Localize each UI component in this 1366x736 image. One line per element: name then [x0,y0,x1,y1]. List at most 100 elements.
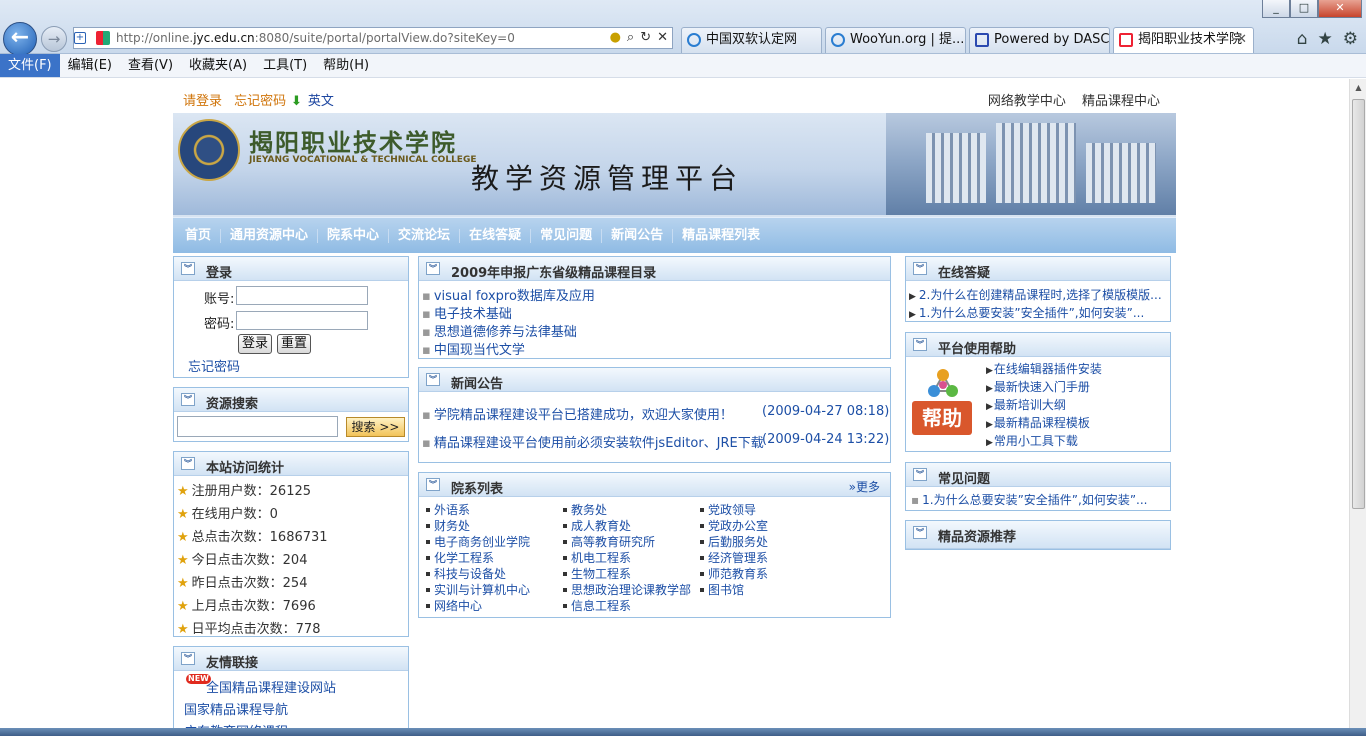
collapse-chevron-icon[interactable]: ︾ [913,468,927,481]
addon-icon[interactable]: ● [610,30,621,45]
friend-link[interactable]: 全国精品课程建设网站 [206,677,336,696]
close-tab-icon[interactable]: ✕ [1236,28,1247,52]
department-link[interactable]: 网络中心 [425,597,482,614]
vertical-scrollbar[interactable]: ▲ [1349,79,1366,736]
nav-course-list[interactable]: 精品课程列表 [673,228,769,243]
settings-gear-icon[interactable]: ⚙ [1343,29,1358,49]
login-button[interactable]: 登录 [238,334,272,354]
news-item[interactable]: ▪ 精品课程建设平台使用前必须安装软件jsEditor、JRE下载 [422,432,764,451]
more-link[interactable]: »更多 [849,478,880,495]
friend-link[interactable]: 国家精品课程导航 [184,699,288,718]
nav-news[interactable]: 新闻公告 [602,228,674,243]
search-button[interactable]: 搜索 >> [346,417,405,437]
qa-item[interactable]: ▶ 1.为什么总要安装”安全插件”,如何安装”... [909,304,1167,321]
collapse-chevron-icon[interactable]: ︾ [181,457,195,470]
scroll-up-icon[interactable]: ▲ [1350,79,1366,96]
reset-button[interactable]: 重置 [277,334,311,354]
collapse-chevron-icon[interactable]: ︾ [913,262,927,275]
nav-online-qa[interactable]: 在线答疑 [460,228,532,243]
menu-edit[interactable]: 编辑(E) [60,54,120,77]
department-link[interactable]: 电子商务创业学院 [425,533,530,550]
password-input[interactable] [236,311,368,330]
collapse-chevron-icon[interactable]: ︾ [181,262,195,275]
menu-file[interactable]: 文件(F) [0,54,60,77]
course-item[interactable]: ▪ 电子技术基础 [422,303,512,322]
scroll-thumb[interactable] [1352,99,1365,509]
menu-view[interactable]: 查看(V) [120,54,181,77]
bullet-icon [563,507,567,512]
help-link[interactable]: ▶在线编辑器插件安装 [986,360,1102,377]
account-input[interactable] [236,286,368,305]
home-icon[interactable]: ⌂ [1297,29,1308,49]
browser-tab[interactable]: 中国双软认定网 [681,27,822,53]
help-link[interactable]: ▶常用小工具下载 [986,432,1078,449]
help-link[interactable]: ▶最新快速入门手册 [986,378,1090,395]
menu-favorites[interactable]: 收藏夹(A) [181,54,255,77]
address-bar[interactable]: + http://online.jyc.edu.cn:8080/suite/po… [73,27,673,49]
qa-item[interactable]: ▶ 2.为什么在创建精品课程时,选择了模版模版... [909,286,1167,303]
collapse-chevron-icon[interactable]: ︾ [181,393,195,406]
address-url[interactable]: http://online.jyc.edu.cn:8080/suite/port… [116,31,515,45]
department-link[interactable]: 思想政治理论课教学部 [562,581,691,598]
search-icon[interactable]: ⌕ [627,30,634,45]
favorites-star-icon[interactable]: ★ [1318,29,1333,49]
nav-departments[interactable]: 院系中心 [318,228,390,243]
collapse-chevron-icon[interactable]: ︾ [426,262,440,275]
close-window-button[interactable]: ✕ [1318,0,1362,18]
forgot-password-link[interactable]: 忘记密码 [188,356,240,375]
browser-tab[interactable]: Powered by DASC... [969,27,1110,53]
course-item[interactable]: ▪ visual foxpro数据库及应用 [422,285,595,304]
department-link[interactable]: 化学工程系 [425,549,494,566]
collapse-chevron-icon[interactable]: ︾ [426,478,440,491]
faq-item[interactable]: ▪ 1.为什么总要安装”安全插件”,如何安装”... [911,491,1167,508]
stop-icon[interactable]: ✕ [657,30,668,45]
nav-forum[interactable]: 交流论坛 [389,228,461,243]
department-link[interactable]: 图书馆 [699,581,744,598]
course-item[interactable]: ▪ 思想道德修养与法律基础 [422,321,577,340]
department-link[interactable]: 党政领导 [699,501,756,518]
department-link[interactable]: 科技与设备处 [425,565,506,582]
department-link[interactable]: 机电工程系 [562,549,631,566]
minimize-button[interactable]: _ [1262,0,1290,18]
nav-resources[interactable]: 通用资源中心 [221,228,319,243]
department-link[interactable]: 信息工程系 [562,597,631,614]
help-link[interactable]: ▶最新精品课程模板 [986,414,1090,431]
department-link[interactable]: 成人教育处 [562,517,631,534]
department-link[interactable]: 实训与计算机中心 [425,581,530,598]
course-item[interactable]: ▪ 中国现当代文学 [422,339,525,358]
browser-tab-active[interactable]: 揭阳职业技术学院 ✕ [1113,27,1254,53]
department-link[interactable]: 财务处 [425,517,470,534]
forgot-password-link[interactable]: 忘记密码 [234,94,286,109]
department-link[interactable]: 生物工程系 [562,565,631,582]
department-link[interactable]: 党政办公室 [699,517,768,534]
quality-course-link[interactable]: 精品课程中心 [1082,94,1160,109]
department-link[interactable]: 后勤服务处 [699,533,768,550]
department-link[interactable]: 教务处 [562,501,607,518]
menu-help[interactable]: 帮助(H) [315,54,377,77]
refresh-icon[interactable]: ↻ [640,30,651,45]
collapse-chevron-icon[interactable]: ︾ [426,373,440,386]
compat-view-icon[interactable]: + [74,32,86,44]
department-link[interactable]: 经济管理系 [699,549,768,566]
department-link[interactable]: 外语系 [425,501,470,518]
collapse-chevron-icon[interactable]: ︾ [181,652,195,665]
nav-home[interactable]: 首页 [176,228,222,243]
maximize-button[interactable]: □ [1290,0,1318,18]
department-link[interactable]: 高等教育研究所 [562,533,655,550]
english-link[interactable]: ⬇ 英文 [291,90,334,109]
network-teaching-link[interactable]: 网络教学中心 [988,94,1066,109]
department-link[interactable]: 师范教育系 [699,565,768,582]
back-button[interactable]: ← [3,22,37,56]
login-link[interactable]: 请登录 [183,94,222,109]
panel-title: 在线答疑 [938,266,991,281]
menu-tools[interactable]: 工具(T) [255,54,315,77]
browser-tab[interactable]: WooYun.org | 提... [825,27,966,53]
collapse-chevron-icon[interactable]: ︾ [913,526,927,539]
stats-panel: ︾ 本站访问统计 ★ 注册用户数：26125 ★ 在线用户数：0 ★ 总点击次数：16… [173,451,409,637]
collapse-chevron-icon[interactable]: ︾ [913,338,927,351]
resource-search-input[interactable] [177,416,338,437]
forward-button[interactable]: → [41,26,67,52]
help-link[interactable]: ▶最新培训大纲 [986,396,1066,413]
news-item[interactable]: ▪ 学院精品课程建设平台已搭建成功，欢迎大家使用！ [422,404,733,423]
nav-faq[interactable]: 常见问题 [531,228,603,243]
